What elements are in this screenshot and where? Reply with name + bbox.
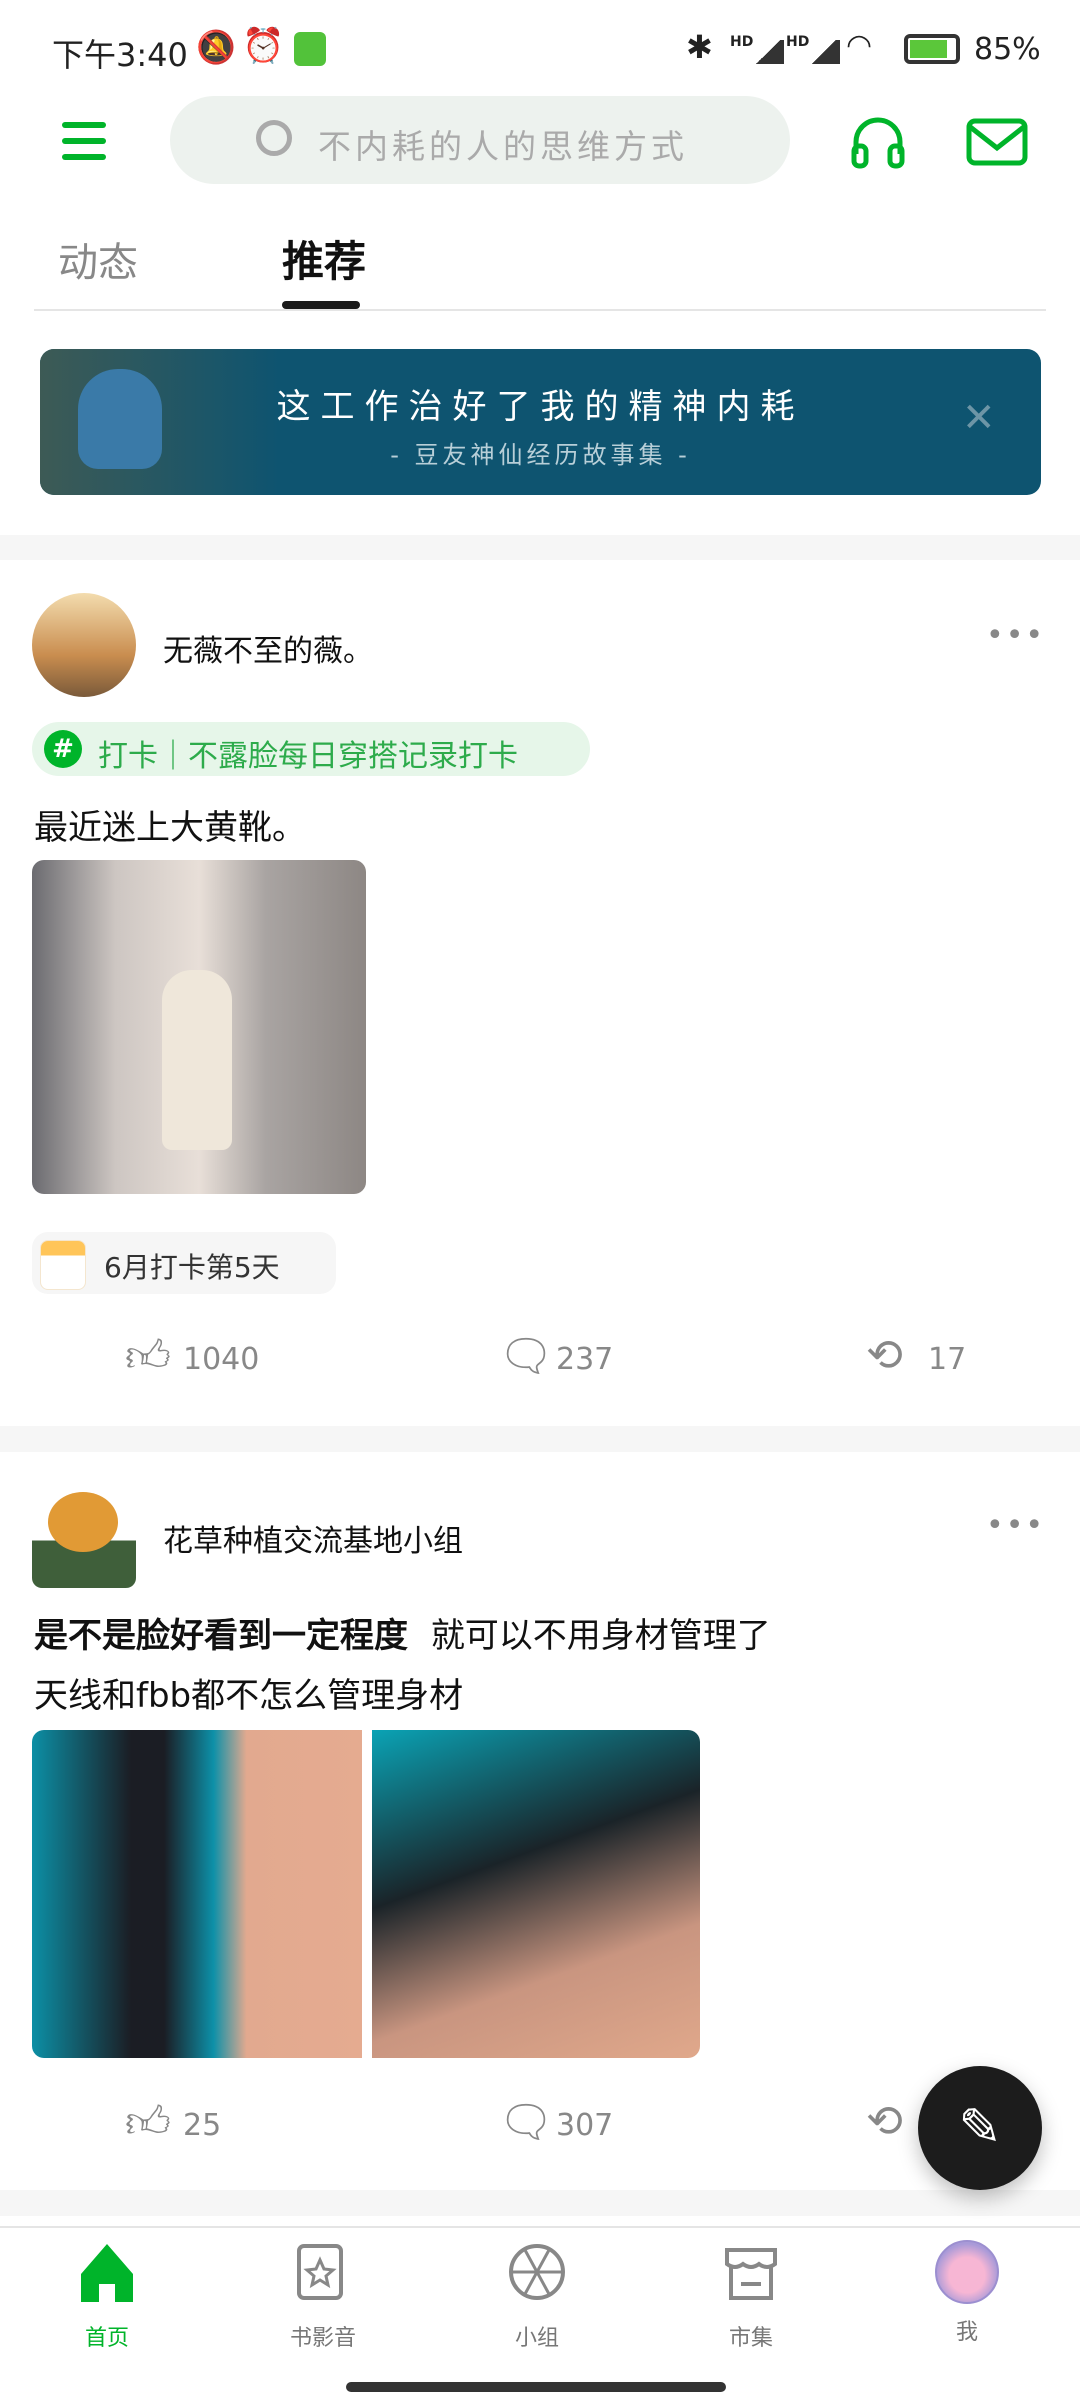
topic-tag[interactable]: # 打卡｜不露脸每日穿搭记录打卡: [32, 722, 590, 776]
star-card-icon: [297, 2244, 343, 2300]
section-separator: [0, 535, 1080, 560]
repost-count: 17: [928, 1342, 967, 1377]
post-title-bold: 是不是脸好看到一定程度: [34, 1616, 408, 1656]
group-avatar[interactable]: [32, 1482, 136, 1588]
groups-icon: [509, 2244, 565, 2300]
comment-count: 237: [556, 1342, 614, 1377]
signal-bars-icon: [752, 40, 784, 64]
post-title-rest: 就可以不用身材管理了: [430, 1616, 771, 1656]
search-placeholder: 不内耗的人的思维方式: [318, 127, 688, 166]
status-bar: 下午3:40 🔕 ⏰ ✱ HD HD ◠ 85%: [0, 0, 1080, 100]
wifi-icon: ◠: [846, 28, 873, 63]
tabs-divider: [34, 309, 1046, 311]
post-text: 最近迷上大黄靴。: [34, 808, 306, 848]
menu-button[interactable]: [62, 122, 106, 160]
more-options-icon[interactable]: •••: [986, 1508, 1045, 1543]
like-button[interactable]: 👍︎: [125, 2096, 171, 2149]
compose-button[interactable]: ✎: [918, 2066, 1042, 2190]
more-options-icon[interactable]: •••: [986, 618, 1045, 653]
app-notification-icon: [294, 32, 326, 66]
nav-groups[interactable]: 小组: [457, 2240, 617, 2352]
post-author[interactable]: 无薇不至的薇。: [163, 626, 373, 670]
nav-label: 市集: [728, 2326, 773, 2351]
alarm-icon: ⏰: [242, 26, 285, 66]
repost-button[interactable]: ⟲: [866, 2096, 903, 2147]
comment-button[interactable]: 🗨︎: [498, 1330, 554, 1382]
mail-icon[interactable]: [966, 118, 1028, 166]
post-image[interactable]: [32, 1730, 362, 2058]
post-title: 是不是脸好看到一定程度 就可以不用身材管理了: [34, 1608, 771, 1657]
headphones-icon[interactable]: [850, 114, 906, 170]
banner-title: 这工作治好了我的精神内耗: [276, 387, 805, 427]
post-image[interactable]: [32, 860, 366, 1194]
post-text: 天线和fbb都不怎么管理身材: [34, 1676, 464, 1716]
section-separator: [0, 2190, 1080, 2216]
nav-label: 我: [955, 2320, 978, 2345]
mute-icon: 🔕: [196, 28, 236, 66]
signal-icon-1: HD: [730, 34, 754, 50]
close-icon[interactable]: ✕: [962, 395, 996, 441]
comment-button[interactable]: 🗨︎: [498, 2096, 554, 2148]
tab-following[interactable]: 动态: [58, 230, 138, 288]
search-icon: [256, 120, 292, 156]
shop-icon: [725, 2248, 777, 2300]
topic-label: 打卡｜不露脸每日穿搭记录打卡: [98, 739, 518, 774]
battery-percent: 85%: [974, 32, 1041, 67]
pen-icon: ✎: [958, 2098, 1002, 2158]
comment-count: 307: [556, 2108, 614, 2143]
nav-label: 首页: [84, 2326, 129, 2351]
like-count: 1040: [183, 1342, 260, 1377]
like-button[interactable]: 👍︎: [125, 1330, 171, 1383]
nav-books-movies-music[interactable]: 书影音: [243, 2240, 403, 2352]
tab-active-indicator: [282, 301, 360, 309]
signal-bars-icon: [808, 40, 840, 64]
promo-banner[interactable]: 这工作治好了我的精神内耗 - 豆友神仙经历故事集 - ✕: [40, 349, 1041, 495]
user-avatar: [935, 2240, 999, 2304]
nav-label: 书影音: [289, 2326, 356, 2351]
hashtag-icon: #: [44, 730, 82, 768]
home-indicator: [346, 2382, 726, 2392]
section-separator: [0, 1426, 1080, 1452]
post-author[interactable]: 花草种植交流基地小组: [163, 1516, 463, 1560]
checkin-badge[interactable]: 6月打卡第5天: [32, 1232, 336, 1294]
bluetooth-icon: ✱: [686, 28, 713, 66]
post-actions: 👍︎ 1040 🗨︎ 237 ⟲ 17: [0, 1330, 1080, 1390]
home-icon: [81, 2244, 133, 2302]
signal-icon-2: HD: [786, 34, 810, 50]
post-image[interactable]: [372, 1730, 700, 2058]
nav-market[interactable]: 市集: [671, 2240, 831, 2352]
banner-subtitle: - 豆友神仙经历故事集 -: [390, 441, 691, 469]
nav-home[interactable]: 首页: [27, 2240, 187, 2352]
search-input[interactable]: 不内耗的人的思维方式: [170, 96, 790, 184]
nav-me[interactable]: 我: [887, 2240, 1047, 2346]
like-count: 25: [183, 2108, 222, 2143]
battery-icon: [904, 34, 960, 64]
status-time: 下午3:40: [52, 36, 188, 74]
nav-label: 小组: [514, 2326, 559, 2351]
tab-recommended[interactable]: 推荐: [282, 228, 366, 289]
repost-button[interactable]: ⟲: [866, 1330, 903, 1381]
avatar[interactable]: [32, 593, 136, 697]
calendar-icon: [40, 1240, 86, 1290]
checkin-label: 6月打卡第5天: [104, 1251, 280, 1284]
